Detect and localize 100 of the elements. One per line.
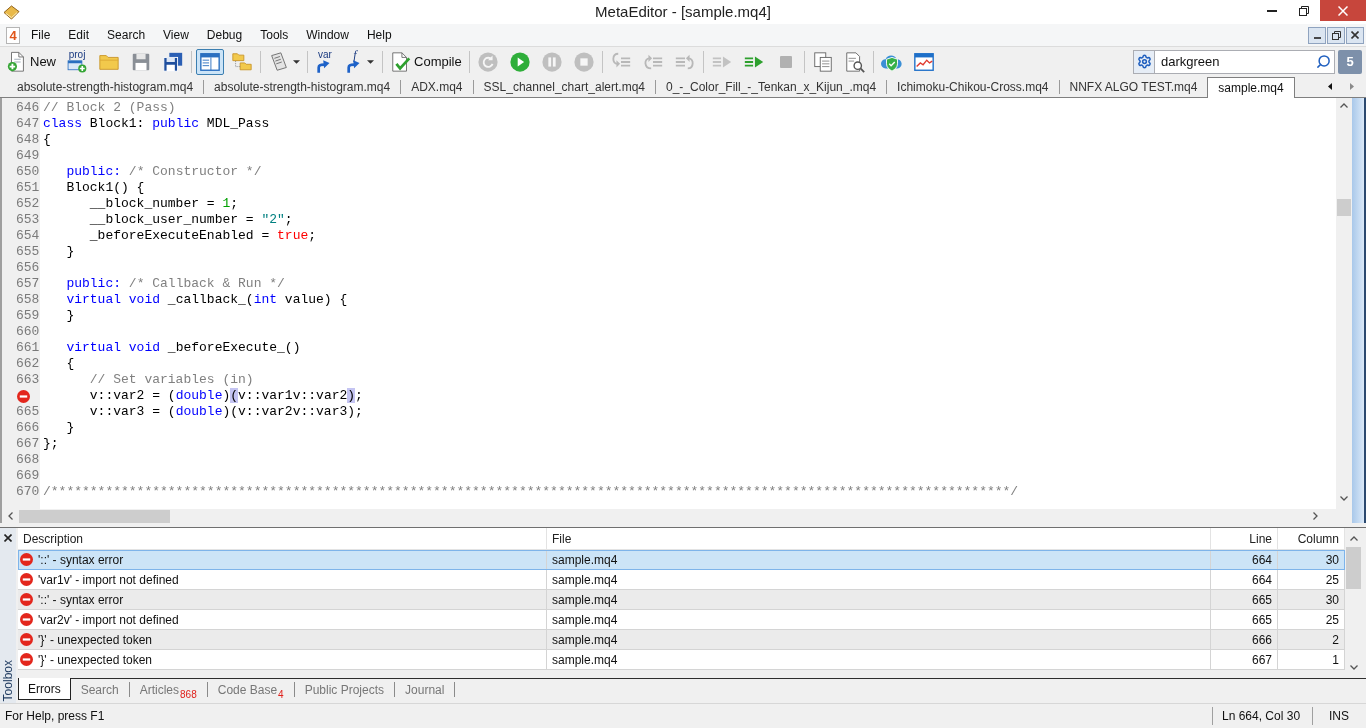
toolbar-button[interactable] [196, 48, 224, 75]
code-line: virtual void _callback_(int value) { [65, 292, 348, 308]
search-field[interactable]: darkgreen [1155, 49, 1313, 74]
table-row[interactable]: '::' - syntax error sample.mq4 664 30 [18, 550, 1345, 570]
column-header[interactable]: Description [18, 528, 547, 549]
restore-icon [1331, 30, 1341, 40]
menu-item[interactable]: Debug [197, 24, 252, 46]
file-tab[interactable]: SSL_channel_chart_alert.mq4 [473, 77, 655, 97]
line-number: 666 [1251, 631, 1272, 649]
file-name: sample.mq4 [552, 571, 618, 589]
line-number: 663 [16, 372, 40, 388]
search-button[interactable] [1313, 49, 1335, 74]
toolbar-button[interactable]: Compile [387, 48, 465, 75]
toolbar-button[interactable]: f [342, 48, 378, 75]
chevron-up-icon[interactable] [1340, 103, 1348, 108]
code-line: Block1() { [65, 180, 145, 196]
cursor-position: Ln 664, Col 30 [1222, 708, 1301, 725]
panel-tab[interactable]: Code Base$_{4}$ [207, 679, 294, 700]
menu-item[interactable]: Help [357, 24, 401, 46]
error-icon [20, 553, 33, 566]
chevron-left-icon[interactable] [8, 512, 13, 520]
menu-item[interactable]: File [22, 24, 60, 46]
table-row[interactable]: '::' - syntax error sample.mq4 665 30 [18, 590, 1345, 610]
restore-icon [1299, 5, 1309, 16]
table-row[interactable]: 'var1v' - import not defined sample.mq4 664 25 [18, 570, 1345, 590]
file-tab[interactable]: Ichimoku-Chikou-Cross.mq4 [887, 77, 1059, 97]
line-number: 646 [16, 100, 40, 116]
chevron-right-icon[interactable] [1313, 512, 1318, 520]
line-number: 650 [16, 164, 40, 180]
panel-layout-icon [199, 50, 221, 73]
copy-icon [811, 50, 834, 73]
scrollbar-thumb[interactable] [19, 509, 170, 523]
panel-title: Toolbox [1, 659, 15, 701]
code-line: public: /* Constructor */ [65, 164, 262, 180]
chart-window-icon [912, 50, 935, 73]
scrollbar-thumb[interactable] [1346, 547, 1361, 589]
toolbar-button[interactable]: New [3, 48, 59, 75]
file-tab[interactable]: absolute-strength-histogram.mq4 [204, 77, 401, 97]
toolbar-button[interactable]: proj [63, 48, 91, 75]
table-row[interactable]: 'var2v' - import not defined sample.mq4 665 25 [18, 610, 1345, 630]
menu-item[interactable]: Search [98, 24, 155, 46]
column-number: 25 [1325, 571, 1339, 589]
toolbar-button[interactable]: var [312, 48, 338, 75]
error-icon [17, 389, 30, 403]
close-button[interactable] [2, 532, 14, 544]
insert-mode: INS [1329, 708, 1349, 725]
line-number: 647 [16, 116, 40, 132]
table-row[interactable]: '}' - unexpected token sample.mq4 667 1 [18, 650, 1345, 670]
line-number: 661 [16, 340, 40, 356]
menu-item[interactable]: Window [297, 24, 358, 46]
play-icon [508, 50, 531, 73]
menu-item[interactable]: Edit [59, 24, 99, 46]
file-tab[interactable]: absolute-strength-histogram.mq4 [7, 77, 204, 97]
file-tab[interactable]: ADX.mq4 [401, 77, 473, 97]
file-tab[interactable]: 0_-_Color_Fill_-_Tenkan_x_Kijun_.mq4 [656, 77, 887, 97]
error-icon [20, 653, 33, 666]
caret-right-icon[interactable] [1350, 83, 1354, 90]
panel-tab[interactable]: Errors [18, 678, 71, 700]
caret-icon [367, 59, 374, 64]
search-icon [1316, 54, 1331, 69]
close-icon [1351, 31, 1359, 39]
folders-icon [231, 50, 253, 73]
scrollbar-thumb[interactable] [1337, 199, 1351, 216]
column-header[interactable]: Line [1211, 528, 1278, 549]
settings-button[interactable] [1133, 49, 1155, 74]
book-icon [3, 4, 20, 20]
panel-tab[interactable]: Articles$_{868}$ [129, 679, 207, 700]
error-icon [20, 593, 33, 606]
chevron-down-icon[interactable] [1340, 496, 1348, 501]
restart-icon [476, 50, 499, 73]
line-number: 648 [16, 132, 40, 148]
code-line: } [65, 244, 75, 260]
line-number: 659 [16, 308, 40, 324]
chevron-up-icon[interactable] [1349, 536, 1358, 541]
chevron-down-icon[interactable] [1349, 665, 1358, 670]
menu-item[interactable]: Tools [251, 24, 298, 46]
file-name: sample.mq4 [552, 611, 618, 629]
panel-tab[interactable]: Journal [395, 679, 455, 700]
line-number: 667 [1251, 651, 1272, 669]
file-tab[interactable]: NNFX ALGO TEST.mq4 [1059, 77, 1208, 97]
restore-button[interactable] [1327, 26, 1345, 44]
window-title: MetaEditor - [sample.mq4] [595, 1, 771, 22]
line-number: 666 [16, 420, 40, 436]
minimize-button[interactable] [1308, 26, 1326, 44]
close-button[interactable] [1346, 26, 1364, 44]
panel-tab[interactable]: Search [70, 679, 129, 700]
line-number: 660 [16, 324, 40, 340]
table-row[interactable]: '}' - unexpected token sample.mq4 666 2 [18, 630, 1345, 650]
code-line: class Block1: public MDL_Pass [43, 116, 270, 132]
column-number: 25 [1325, 611, 1339, 629]
file-tab[interactable]: sample.mq4 [1207, 77, 1295, 98]
caret-left-icon[interactable] [1328, 83, 1332, 90]
file-name: sample.mq4 [552, 651, 618, 669]
line-number: 665 [1251, 591, 1272, 609]
code-line: __block_number = 1; [88, 196, 239, 212]
column-header[interactable]: File [547, 528, 1211, 549]
column-number: 2 [1332, 631, 1339, 649]
panel-tab[interactable]: Public Projects [294, 679, 395, 700]
minimize-icon [1313, 36, 1321, 39]
menu-item[interactable]: View [154, 24, 198, 46]
